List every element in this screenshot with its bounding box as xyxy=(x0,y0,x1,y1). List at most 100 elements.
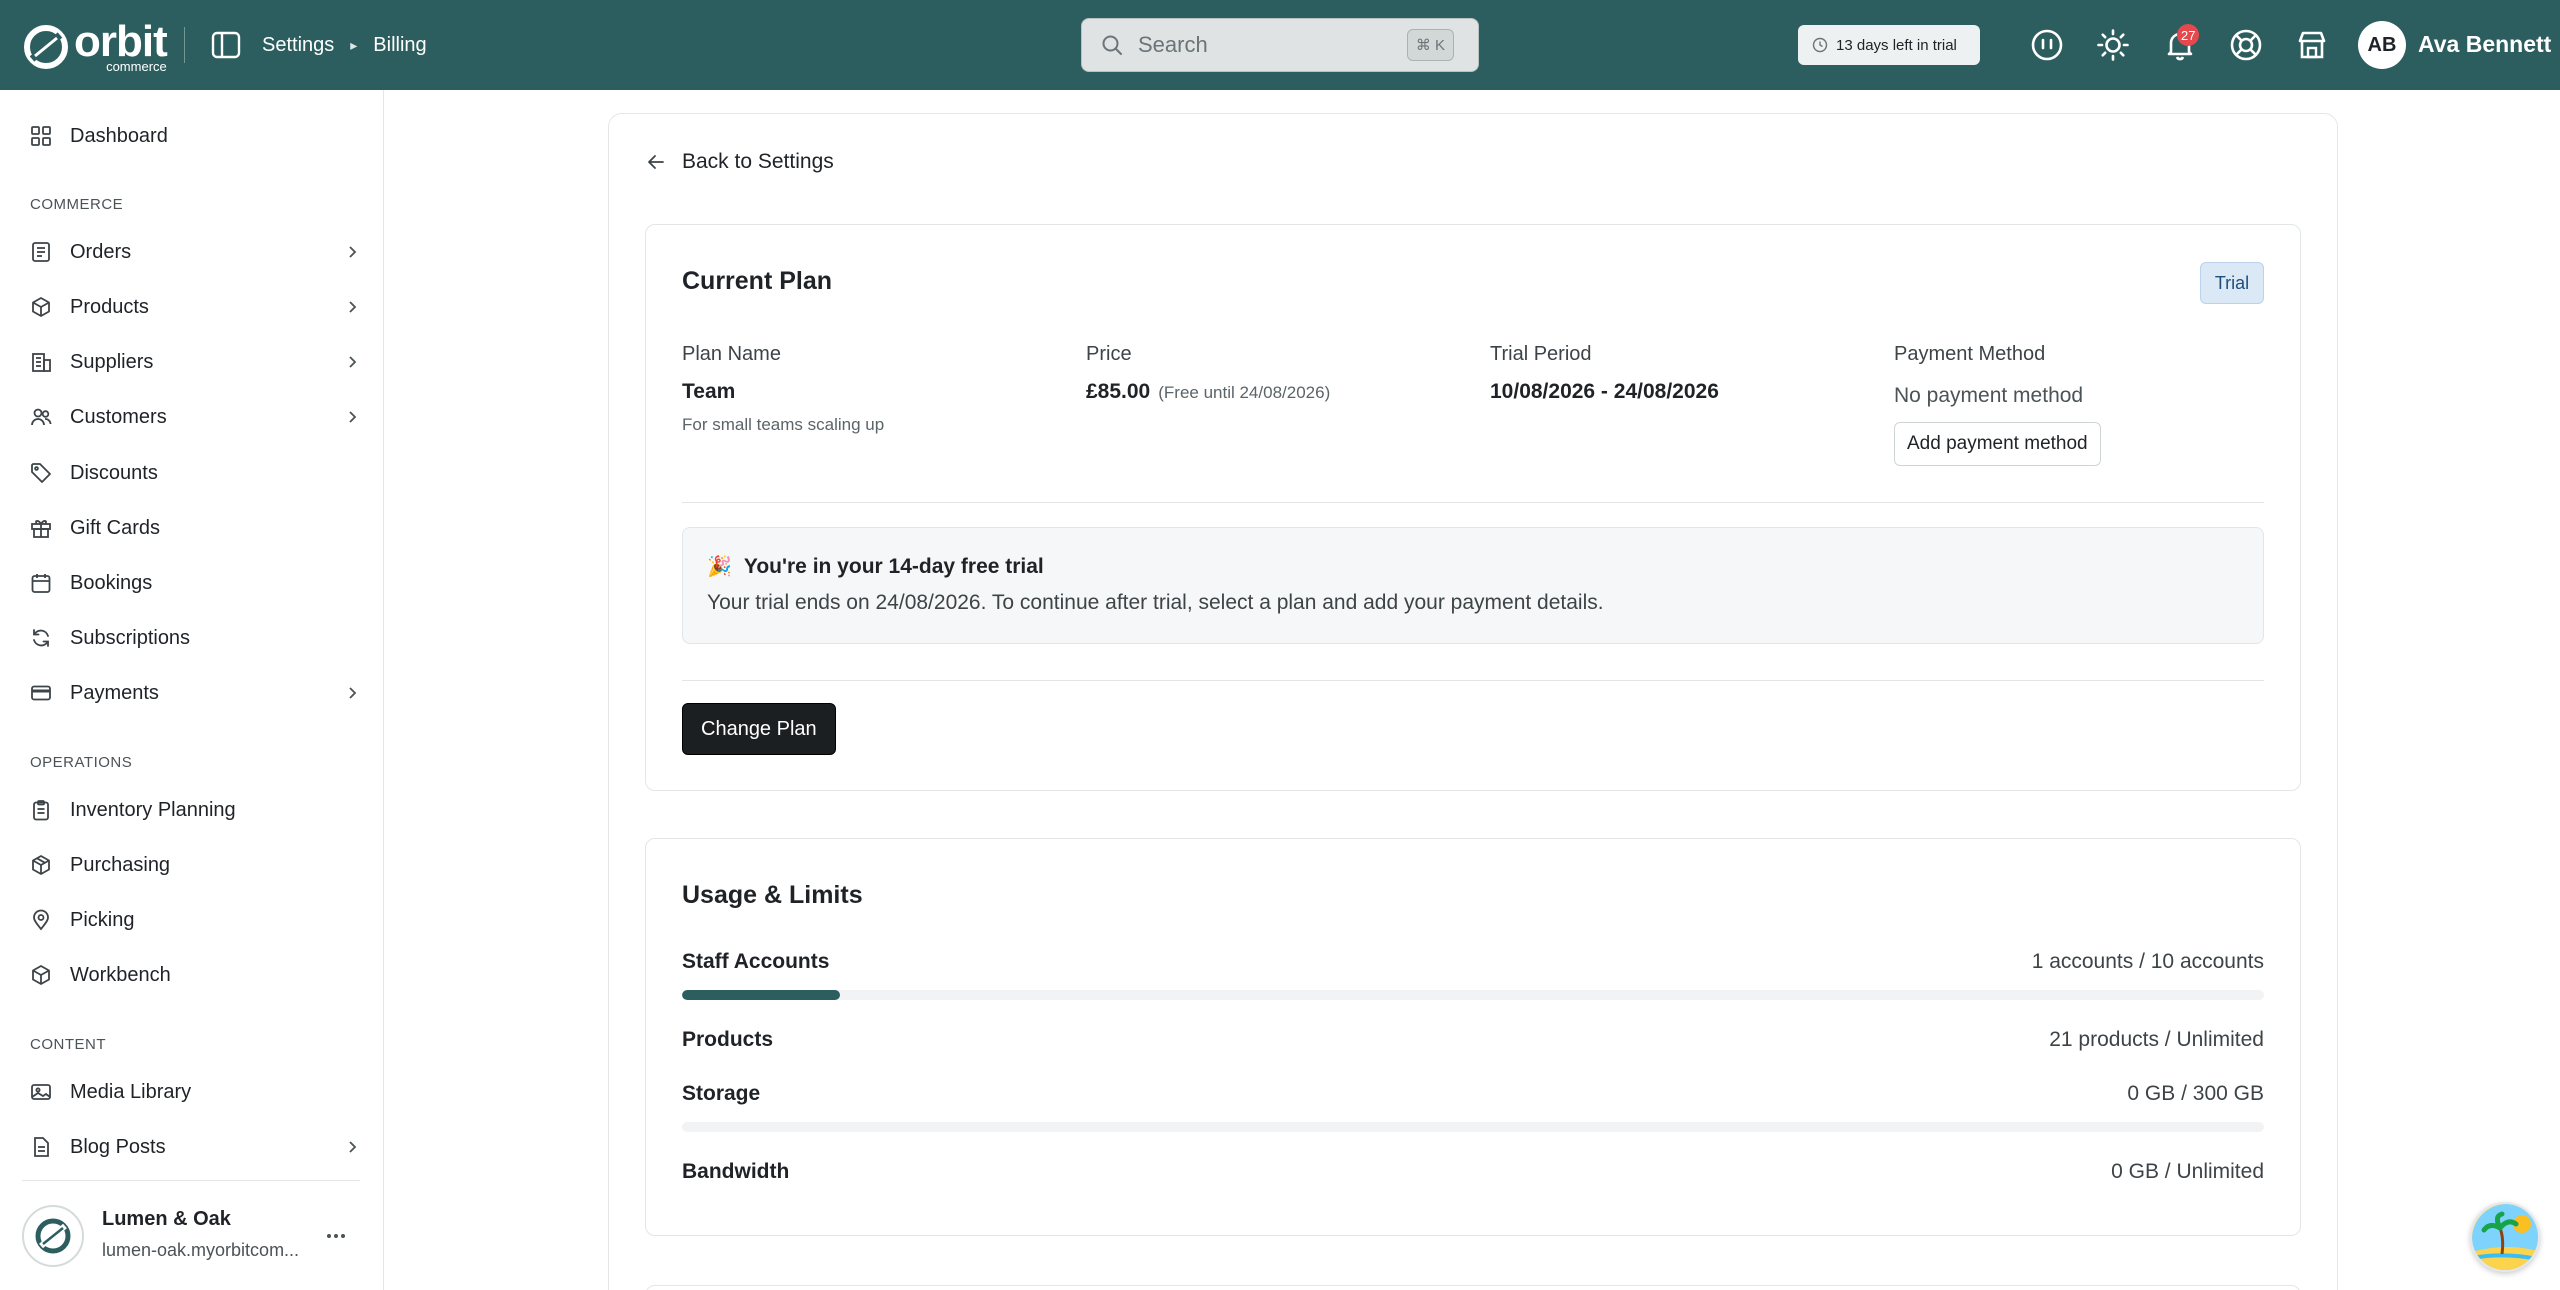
payment-method-value: No payment method xyxy=(1894,384,2084,407)
topbar-divider xyxy=(184,27,185,63)
sidebar-item-orders[interactable]: Orders xyxy=(30,232,360,272)
user-avatar[interactable]: AB xyxy=(2358,21,2406,69)
usage-limits-card: Usage & Limits Staff Accounts 1 accounts… xyxy=(645,838,2301,1236)
store-icon[interactable] xyxy=(2295,28,2329,62)
sidebar-item-label: Picking xyxy=(70,908,135,931)
help-lifebuoy-icon[interactable] xyxy=(2229,28,2263,62)
card-icon xyxy=(31,685,51,701)
sidebar-toggle-icon[interactable] xyxy=(210,30,242,60)
add-payment-method-button[interactable]: Add payment method xyxy=(1894,422,2101,466)
sidebar: Dashboard COMMERCE Orders Products Suppl… xyxy=(0,90,384,1290)
chevron-right-icon xyxy=(349,687,357,699)
sidebar-item-suppliers[interactable]: Suppliers xyxy=(30,342,360,382)
trial-banner-text: Your trial ends on 24/08/2026. To contin… xyxy=(707,591,1604,614)
chevron-right-icon xyxy=(349,1141,357,1153)
sidebar-item-label: Media Library xyxy=(70,1080,192,1103)
tag-icon xyxy=(31,463,51,483)
staff-accounts-progress xyxy=(682,990,2264,1000)
chevron-right-icon xyxy=(349,356,357,368)
sidebar-item-products[interactable]: Products xyxy=(30,287,360,327)
current-plan-title: Current Plan xyxy=(682,267,833,295)
box-icon xyxy=(32,965,50,985)
workspace-name[interactable]: Lumen & Oak xyxy=(102,1208,231,1231)
section-content: CONTENT xyxy=(30,1036,106,1053)
breadcrumb-billing: Billing xyxy=(373,33,427,56)
sun-icon[interactable] xyxy=(2096,28,2130,62)
usage-label: Products xyxy=(682,1028,774,1051)
sidebar-item-bookings[interactable]: Bookings xyxy=(30,563,360,603)
sidebar-item-label: Gift Cards xyxy=(70,516,161,539)
storage-progress xyxy=(682,1122,2264,1132)
usage-label: Storage xyxy=(682,1082,761,1105)
sidebar-item-label: Payments xyxy=(70,681,159,704)
sidebar-item-payments[interactable]: Payments xyxy=(30,673,360,713)
sidebar-item-gift-cards[interactable]: Gift Cards xyxy=(30,508,360,548)
sidebar-item-label: Dashboard xyxy=(70,124,168,147)
plan-description: For small teams scaling up xyxy=(682,415,885,434)
trial-days-pill[interactable]: 13 days left in trial xyxy=(1798,25,1980,65)
usage-value: 0 GB / Unlimited xyxy=(2111,1160,2264,1183)
search-box[interactable]: ⌘ K xyxy=(1081,18,1479,72)
sidebar-item-label: Customers xyxy=(70,405,167,428)
change-plan-button[interactable]: Change Plan xyxy=(682,703,836,755)
sidebar-item-label: Purchasing xyxy=(70,853,171,876)
plan-status-badge: Trial xyxy=(2200,262,2264,304)
cube-icon xyxy=(32,855,50,875)
sidebar-item-label: Blog Posts xyxy=(70,1135,166,1158)
search-icon xyxy=(1102,35,1122,55)
user-name[interactable]: Ava Bennett xyxy=(2418,31,2551,58)
orbit-logo-icon xyxy=(24,24,68,69)
workspace-url: lumen-oak.myorbitcom... xyxy=(102,1240,300,1260)
price-label: Price xyxy=(1086,343,1132,365)
sidebar-item-label: Subscriptions xyxy=(70,626,191,649)
sidebar-item-subscriptions[interactable]: Subscriptions xyxy=(30,618,360,658)
trial-period-value: 10/08/2026 - 24/08/2026 xyxy=(1490,380,1719,403)
breadcrumb-separator-icon: ▸ xyxy=(350,36,358,53)
progress-fill xyxy=(682,990,841,1000)
breadcrumb: Settings ▸ Billing xyxy=(262,0,427,90)
plan-name-label: Plan Name xyxy=(682,343,781,365)
sidebar-item-purchasing[interactable]: Purchasing xyxy=(30,845,360,885)
feedback-icon[interactable] xyxy=(2030,28,2064,62)
sidebar-item-dashboard[interactable]: Dashboard xyxy=(30,116,360,156)
sidebar-item-label: Products xyxy=(70,295,149,318)
sidebar-item-label: Bookings xyxy=(70,571,153,594)
sidebar-item-media-library[interactable]: Media Library xyxy=(30,1072,360,1112)
building-icon xyxy=(32,353,51,372)
section-commerce: COMMERCE xyxy=(30,196,124,213)
trial-period-label: Trial Period xyxy=(1490,343,1592,365)
breadcrumb-settings[interactable]: Settings xyxy=(262,34,334,57)
trial-info-banner: 🎉 You're in your 14-day free trial Your … xyxy=(682,527,2264,644)
back-to-settings-link[interactable]: Back to Settings xyxy=(646,150,834,174)
party-popper-icon: 🎉 xyxy=(707,556,732,578)
brand-subtitle: commerce xyxy=(106,59,167,74)
sidebar-item-label: Workbench xyxy=(70,963,171,986)
more-options-icon[interactable] xyxy=(324,1226,348,1246)
sidebar-item-inventory-planning[interactable]: Inventory Planning xyxy=(30,790,360,830)
orders-icon xyxy=(32,242,50,262)
workspace-avatar[interactable] xyxy=(22,1205,84,1267)
usage-value: 21 products / Unlimited xyxy=(2049,1028,2264,1051)
sidebar-item-blog-posts[interactable]: Blog Posts xyxy=(30,1127,360,1167)
top-bar: orbit commerce Settings ▸ Billing ⌘ K 13… xyxy=(0,0,2560,90)
brand-logo[interactable]: orbit commerce xyxy=(22,17,168,74)
payment-method-label: Payment Method xyxy=(1894,343,2046,365)
brand-wordmark: orbit xyxy=(74,17,168,66)
trial-days-text: 13 days left in trial xyxy=(1836,36,1957,54)
search-input[interactable] xyxy=(1138,32,1388,58)
usage-value: 1 accounts / 10 accounts xyxy=(2031,950,2264,973)
sidebar-item-customers[interactable]: Customers xyxy=(30,397,360,437)
image-icon xyxy=(31,1084,51,1100)
assistant-launcher-button[interactable] xyxy=(2470,1202,2540,1272)
sidebar-item-workbench[interactable]: Workbench xyxy=(30,955,360,995)
price-note: (Free until 24/08/2026) xyxy=(1158,383,1331,402)
sidebar-item-discounts[interactable]: Discounts xyxy=(30,453,360,493)
next-section-card xyxy=(645,1285,2301,1290)
search-shortcut: ⌘ K xyxy=(1406,29,1454,61)
usage-label: Bandwidth xyxy=(682,1160,790,1183)
back-link-label: Back to Settings xyxy=(682,150,834,173)
beach-assistant-icon xyxy=(2472,1204,2538,1270)
plan-name-value: Team xyxy=(682,380,736,403)
sidebar-item-picking[interactable]: Picking xyxy=(30,900,360,940)
gift-icon xyxy=(31,520,51,538)
